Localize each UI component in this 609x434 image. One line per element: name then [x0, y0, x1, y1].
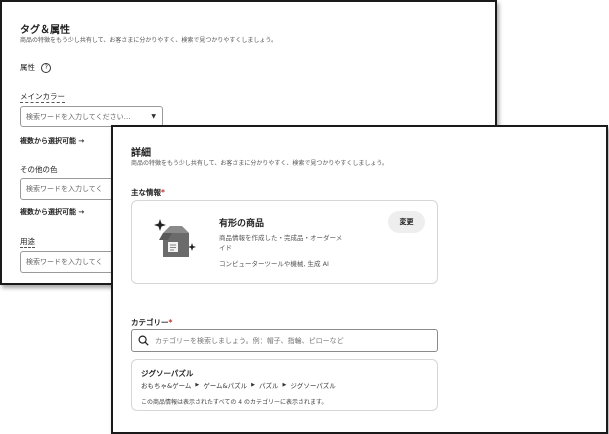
other-color-multi-select-link[interactable]: 複数から選択可能 →: [20, 207, 84, 217]
category-note: この商品情報は表示されたすべての 4 のカテゴリーに表示されます。: [141, 399, 328, 406]
selected-category-name: ジグソーパズル: [141, 369, 194, 378]
selected-category-card[interactable]: ジグソーパズル おもちゃ&ゲーム ▶ ゲーム&パズル ▶ パズル ▶ ジグソーパ…: [131, 359, 438, 411]
breadcrumb-item: ジグソーパズル: [290, 382, 336, 390]
attributes-label: 属性: [20, 63, 35, 72]
search-icon: [138, 335, 149, 346]
help-icon[interactable]: ?: [41, 63, 52, 73]
panel-title: 詳細: [131, 148, 151, 159]
box-icon: [150, 215, 200, 263]
category-search-input[interactable]: カテゴリーを検索しましょう。例：帽子、指輪、ピローなど: [131, 329, 438, 352]
main-color-multi-select-link[interactable]: 複数から選択可能 →: [20, 136, 84, 146]
panel-subtitle: 商品の特徴をもう少し共有して、お客さまに分かりやすく、検索で見つかりやすくしまし…: [20, 37, 277, 44]
product-type-card: 有形の商品 商品情報を作成した・完成品・オーダーメ イド コンピューターツールや…: [131, 200, 438, 284]
other-color-label: その他の色: [20, 165, 58, 174]
main-info-label: 主な情報*: [131, 188, 165, 197]
main-color-label: メインカラー: [20, 92, 65, 103]
chevron-right-icon: ▶: [251, 382, 255, 388]
product-type-desc-line2: イド: [219, 244, 232, 252]
change-button[interactable]: 変更: [388, 211, 425, 233]
breadcrumb-item: ゲーム&パズル: [203, 382, 248, 390]
usage-label: 用途: [20, 237, 35, 248]
chevron-right-icon: ▶: [195, 382, 200, 388]
details-panel: 詳細 商品の特徴をもう少し共有して、お客さまに分かりやすく、検索で見つかりやすく…: [111, 125, 608, 434]
product-type-desc-line1: 商品情報を作成した・完成品・オーダーメ: [219, 234, 343, 242]
category-breadcrumb: おもちゃ&ゲーム ▶ ゲーム&パズル ▶ パズル ▶ ジグソーパズル: [141, 380, 336, 390]
breadcrumb-item: パズル: [258, 382, 279, 390]
main-color-search-input[interactable]: 検索ワードを入力してください… ▼: [20, 106, 163, 127]
chevron-right-icon: ▶: [282, 382, 287, 388]
panel-subtitle: 商品の特徴をもう少し共有して、お客さまに分かりやすく、検索で見つかりやすくしまし…: [131, 160, 388, 167]
category-label: カテゴリー*: [131, 318, 173, 327]
attributes-heading: 属性 ?: [20, 62, 52, 73]
product-type-tools: コンピューターツールや機械, 生成 AI: [219, 260, 329, 268]
breadcrumb-item: おもちゃ&ゲーム: [141, 382, 192, 390]
chevron-down-icon: ▼: [151, 113, 156, 120]
panel-title: タグ＆属性: [20, 25, 70, 36]
product-type-name: 有形の商品: [219, 219, 265, 229]
